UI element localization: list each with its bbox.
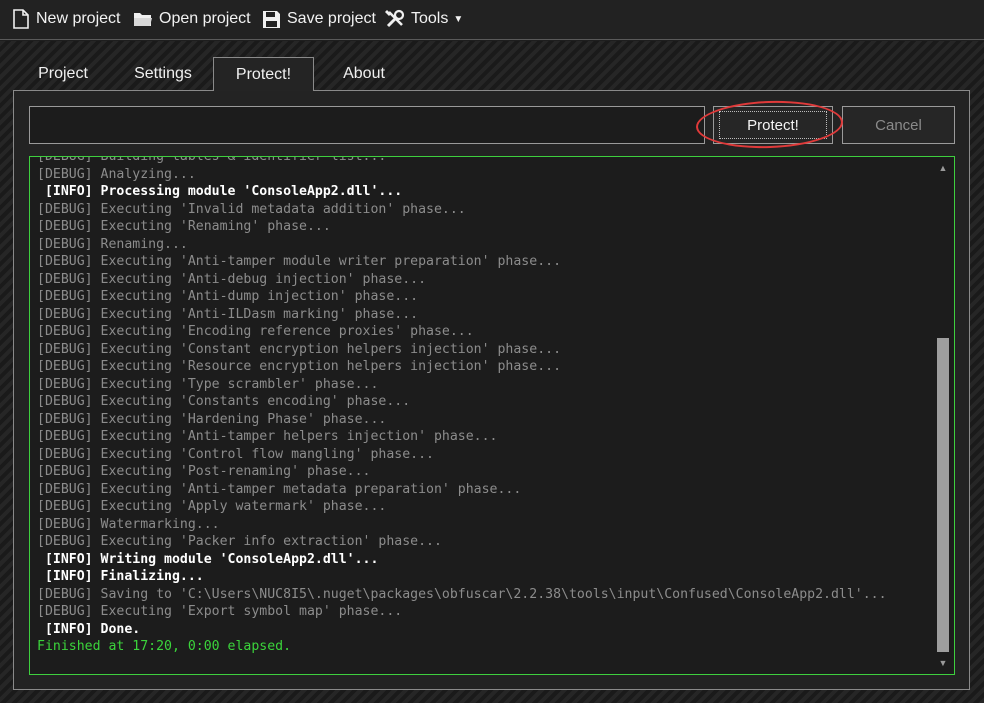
log-line: [INFO] Processing module 'ConsoleApp2.dl… xyxy=(37,184,403,199)
tab-settings-label: Settings xyxy=(134,64,192,82)
log-finished-line: Finished at 17:20, 0:00 elapsed. xyxy=(37,639,292,654)
cancel-button-label: Cancel xyxy=(875,116,922,134)
log-line: [DEBUG] Building tables & identifier lis… xyxy=(37,156,387,164)
log-line: [DEBUG] Executing 'Anti-tamper helpers i… xyxy=(37,429,498,444)
tab-about[interactable]: About xyxy=(324,57,404,90)
log-line: [DEBUG] Executing 'Renaming' phase... xyxy=(37,219,331,234)
log-line: [DEBUG] Executing 'Control flow mangling… xyxy=(37,446,434,462)
scroll-down-arrow-icon[interactable]: ▼ xyxy=(933,655,953,671)
log-line: [DEBUG] Executing 'Constant encryption h… xyxy=(37,341,562,357)
log-line: [DEBUG] Executing 'Anti-tamper metadata … xyxy=(37,481,522,497)
log-line: [INFO] Finalizing... xyxy=(37,569,204,584)
log-line: [DEBUG] Executing 'Apply watermark' phas… xyxy=(37,499,387,514)
tools-icon xyxy=(385,9,405,28)
log-line: [DEBUG] Executing 'Post-renaming' phase.… xyxy=(37,464,371,479)
cancel-button[interactable]: Cancel xyxy=(842,106,955,144)
log-line: [DEBUG] Analyzing... xyxy=(37,166,196,182)
tab-project-label: Project xyxy=(38,64,88,82)
folder-icon xyxy=(134,13,152,26)
log-line: [DEBUG] Executing 'Constants encoding' p… xyxy=(37,394,411,409)
log-line: [INFO] Writing module 'ConsoleApp2.dll'.… xyxy=(37,551,379,567)
log-line: [DEBUG] Saving to 'C:\Users\NUC8I5\.nuge… xyxy=(37,586,887,602)
tab-protect-label: Protect! xyxy=(235,65,292,83)
log-line: [INFO] Done. xyxy=(37,621,141,637)
log-line: [DEBUG] Executing 'Packer info extractio… xyxy=(37,534,442,549)
scroll-up-arrow-icon[interactable]: ▲ xyxy=(933,160,953,176)
tools-menu[interactable]: Tools ▼ xyxy=(385,0,463,38)
log-line: [DEBUG] Executing 'Invalid metadata addi… xyxy=(37,201,466,217)
save-project-button[interactable]: Save project xyxy=(262,0,376,38)
save-project-label: Save project xyxy=(287,10,376,27)
progress-bar xyxy=(29,106,705,144)
log-line: [DEBUG] Executing 'Type scrambler' phase… xyxy=(37,376,379,392)
scrollbar-thumb[interactable] xyxy=(937,338,949,652)
log-line: [DEBUG] Executing 'Anti-tamper module wr… xyxy=(37,254,562,269)
log-line: [DEBUG] Watermarking... xyxy=(37,516,220,532)
open-project-button[interactable]: Open project xyxy=(133,0,251,38)
log-line: [DEBUG] Executing 'Hardening Phase' phas… xyxy=(37,411,387,427)
log-line: [DEBUG] Executing 'Anti-ILDasm marking' … xyxy=(37,306,419,322)
tab-settings[interactable]: Settings xyxy=(118,57,208,90)
log-lines: [DEBUG] Building tables & identifier lis… xyxy=(37,156,932,656)
tab-protect[interactable]: Protect! xyxy=(213,57,314,91)
log-line: [DEBUG] Executing 'Encoding reference pr… xyxy=(37,324,474,339)
log-line: [DEBUG] Renaming... xyxy=(37,236,188,252)
chevron-down-icon: ▼ xyxy=(453,13,464,25)
tools-label: Tools xyxy=(411,10,449,27)
save-disk-icon xyxy=(263,10,280,28)
new-file-icon xyxy=(13,9,29,29)
log-line: [DEBUG] Executing 'Export symbol map' ph… xyxy=(37,604,403,619)
log-output[interactable]: [DEBUG] Building tables & identifier lis… xyxy=(29,156,955,675)
vertical-scrollbar[interactable]: ▲ ▼ xyxy=(933,158,953,673)
tab-project[interactable]: Project xyxy=(22,57,104,90)
toolbar: New project Open project Save project To… xyxy=(0,0,984,40)
tab-about-label: About xyxy=(343,64,385,82)
log-line: [DEBUG] Executing 'Resource encryption h… xyxy=(37,359,562,374)
open-project-label: Open project xyxy=(159,10,251,27)
log-line: [DEBUG] Executing 'Anti-debug injection'… xyxy=(37,271,427,287)
new-project-label: New project xyxy=(36,10,121,27)
log-line: [DEBUG] Executing 'Anti-dump injection' … xyxy=(37,289,419,304)
new-project-button[interactable]: New project xyxy=(12,0,120,38)
